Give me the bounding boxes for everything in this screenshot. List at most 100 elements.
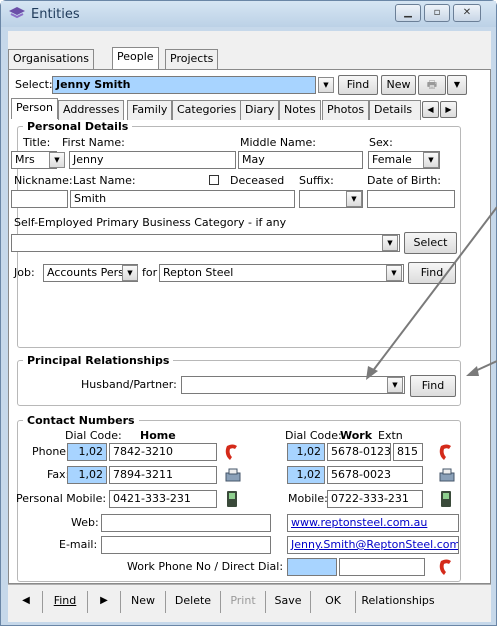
- delete-label: Delete: [174, 594, 212, 607]
- home-fax-code[interactable]: 1,02: [67, 466, 107, 484]
- phone-dial-icon[interactable]: [224, 444, 242, 461]
- partner-combo[interactable]: [181, 376, 405, 394]
- nickname-input[interactable]: [11, 190, 68, 208]
- relationships-title: Principal Relationships: [23, 354, 174, 367]
- direct-dial-icon[interactable]: [438, 559, 456, 576]
- home-phone-input[interactable]: 7842-3210: [109, 443, 217, 461]
- subtab-notes[interactable]: Notes: [279, 100, 321, 120]
- fax-icon[interactable]: [224, 467, 242, 483]
- personal-mobile-label: Personal Mobile:: [16, 492, 107, 505]
- title-dropdown-button[interactable]: ▼: [49, 152, 65, 168]
- personal-mobile-input[interactable]: 0421-333-231: [109, 490, 217, 508]
- direct-dial-label: Work Phone No / Direct Dial:: [127, 560, 284, 573]
- title-bar[interactable]: Entities ▁ ▫ ✕: [1, 1, 496, 27]
- maximize-button[interactable]: ▫: [424, 4, 450, 22]
- tab-organisations[interactable]: Organisations: [8, 49, 95, 69]
- toolbar-separator: [220, 591, 221, 613]
- partner-find-button[interactable]: Find: [410, 375, 456, 397]
- delete-button[interactable]: Delete: [168, 591, 218, 613]
- subtab-categories[interactable]: Categories: [172, 100, 242, 120]
- select-person-combo[interactable]: Jenny Smith: [52, 76, 316, 94]
- print-dropdown-button[interactable]: ▼: [447, 75, 467, 95]
- previous-record-button[interactable]: ◀: [12, 591, 40, 613]
- home-phone-code[interactable]: 1,02: [67, 443, 107, 461]
- organisation-combo[interactable]: Repton Steel: [159, 264, 404, 282]
- subtab-person[interactable]: Person: [11, 98, 58, 119]
- suffix-label: Suffix:: [299, 174, 334, 187]
- partner-dropdown-button[interactable]: ▼: [387, 377, 403, 393]
- find-record-button[interactable]: Find: [45, 591, 85, 613]
- print-button[interactable]: Print: [223, 591, 263, 613]
- work-extn-input[interactable]: 815: [393, 443, 423, 461]
- relationships-button[interactable]: Relationships: [358, 591, 438, 613]
- job-dropdown-button[interactable]: ▼: [122, 265, 138, 281]
- work-phone-input[interactable]: 5678-0123: [327, 443, 391, 461]
- direct-dial-input[interactable]: [339, 558, 425, 576]
- ok-button[interactable]: OK: [313, 591, 353, 613]
- ok-label: OK: [325, 594, 341, 607]
- toolbar-separator: [120, 591, 121, 613]
- direct-dial-code[interactable]: [287, 558, 337, 576]
- last-name-input[interactable]: Smith: [70, 190, 295, 208]
- next-record-button[interactable]: ▶: [90, 591, 118, 613]
- first-name-input[interactable]: Jenny: [69, 151, 236, 169]
- work-email-link[interactable]: Jenny.Smith@ReptonSteel.com.a: [287, 536, 459, 554]
- close-button[interactable]: ✕: [453, 4, 481, 22]
- home-email-input[interactable]: [101, 536, 271, 554]
- new-record-button[interactable]: New: [123, 591, 163, 613]
- sex-dropdown-button[interactable]: ▼: [423, 152, 439, 168]
- tab-people[interactable]: People: [112, 47, 159, 69]
- tab-scroll-left-button[interactable]: ◀: [422, 101, 439, 118]
- app-icon: [9, 7, 25, 19]
- work-phone-dial-icon[interactable]: [438, 444, 456, 461]
- work-phone-code[interactable]: 1,02: [287, 443, 325, 461]
- for-label: for: [142, 266, 158, 279]
- home-fax-input[interactable]: 7894-3211: [109, 466, 217, 484]
- work-mobile-icon[interactable]: [439, 490, 453, 508]
- select-label: Select:: [15, 78, 53, 91]
- select-category-button[interactable]: Select: [404, 232, 457, 254]
- email-label: E-mail:: [59, 538, 98, 551]
- subtab-family[interactable]: Family: [127, 100, 173, 120]
- dob-input[interactable]: [367, 190, 455, 208]
- middle-name-input[interactable]: May: [238, 151, 363, 169]
- business-category-combo[interactable]: [11, 234, 400, 252]
- business-category-dropdown-button[interactable]: ▼: [382, 235, 398, 251]
- relationships-label: Relationships: [361, 594, 435, 607]
- find-record-label: Find: [53, 594, 77, 607]
- select-new-button[interactable]: New: [381, 75, 416, 95]
- work-fax-input[interactable]: 5678-0023: [327, 466, 423, 484]
- mobile-label: Mobile:: [288, 492, 328, 505]
- work-fax-code[interactable]: 1,02: [287, 466, 325, 484]
- nickname-label: Nickname:: [14, 174, 73, 187]
- print-icon-button[interactable]: 🖶: [418, 75, 446, 95]
- mobile-input[interactable]: 0722-333-231: [327, 490, 423, 508]
- subtab-diary[interactable]: Diary: [240, 100, 280, 120]
- toolbar-separator: [87, 591, 88, 613]
- triangle-left-icon: ◀: [22, 595, 30, 606]
- fax-label: Fax:: [47, 468, 70, 481]
- work-label: Work: [340, 429, 373, 442]
- job-find-button[interactable]: Find: [408, 262, 456, 284]
- mobile-icon[interactable]: [225, 490, 239, 508]
- work-fax-icon[interactable]: [438, 467, 456, 483]
- subtab-addresses[interactable]: Addresses: [58, 100, 125, 120]
- phone-label: Phone:: [32, 445, 70, 458]
- window-body: Organisations People Projects Select: Je…: [8, 31, 491, 622]
- home-web-input[interactable]: [101, 514, 271, 532]
- subtab-details[interactable]: Details: [369, 100, 421, 120]
- save-button[interactable]: Save: [268, 591, 308, 613]
- subtab-photos[interactable]: Photos: [322, 100, 370, 120]
- work-dial-code-label: Dial Code:: [285, 429, 342, 442]
- deceased-checkbox[interactable]: [209, 175, 219, 185]
- tab-scroll-right-button[interactable]: ▶: [440, 101, 457, 118]
- triangle-right-icon: ▶: [100, 595, 108, 606]
- suffix-dropdown-button[interactable]: ▼: [346, 191, 362, 207]
- organisation-dropdown-button[interactable]: ▼: [386, 265, 402, 281]
- tab-projects[interactable]: Projects: [165, 49, 219, 69]
- select-dropdown-button[interactable]: ▼: [318, 77, 334, 93]
- work-web-link[interactable]: www.reptonsteel.com.au: [287, 514, 459, 532]
- minimize-button[interactable]: ▁: [395, 4, 421, 22]
- select-find-button[interactable]: Find: [338, 75, 378, 95]
- toolbar-separator: [355, 591, 356, 613]
